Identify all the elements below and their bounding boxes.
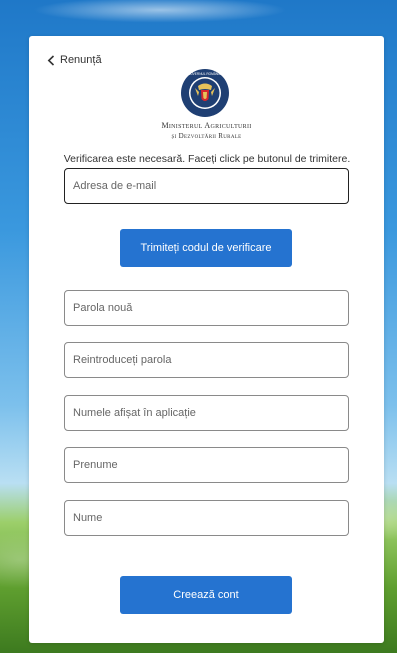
seal-ring-text: GUVERNUL ROMÂNIEI <box>188 72 222 76</box>
romanian-government-seal-icon: GUVERNUL ROMÂNIEI <box>181 69 229 117</box>
first-name-input[interactable] <box>64 447 349 483</box>
send-verification-code-button[interactable]: Trimiteți codul de verificare <box>120 229 292 267</box>
last-name-input[interactable] <box>64 500 349 536</box>
email-input[interactable] <box>64 168 349 204</box>
confirm-password-input[interactable] <box>64 342 349 378</box>
verification-message: Verificarea este necesară. Faceți click … <box>63 153 351 165</box>
cancel-link[interactable]: Renunță <box>47 54 102 66</box>
signup-card: Renunță GUVERNUL ROMÂNIEI Ministerul Agr… <box>29 36 384 643</box>
cancel-label: Renunță <box>60 54 102 66</box>
new-password-input[interactable] <box>64 290 349 326</box>
display-name-input[interactable] <box>64 395 349 431</box>
ministry-name-line1: Ministerul Agriculturii <box>161 121 252 130</box>
page: { "header": { "cancel_label": "Renunță",… <box>0 0 397 653</box>
chevron-left-icon <box>47 54 55 66</box>
create-account-button[interactable]: Creează cont <box>120 576 292 614</box>
ministry-name-line2: și Dezvoltării Rurale <box>171 132 242 140</box>
